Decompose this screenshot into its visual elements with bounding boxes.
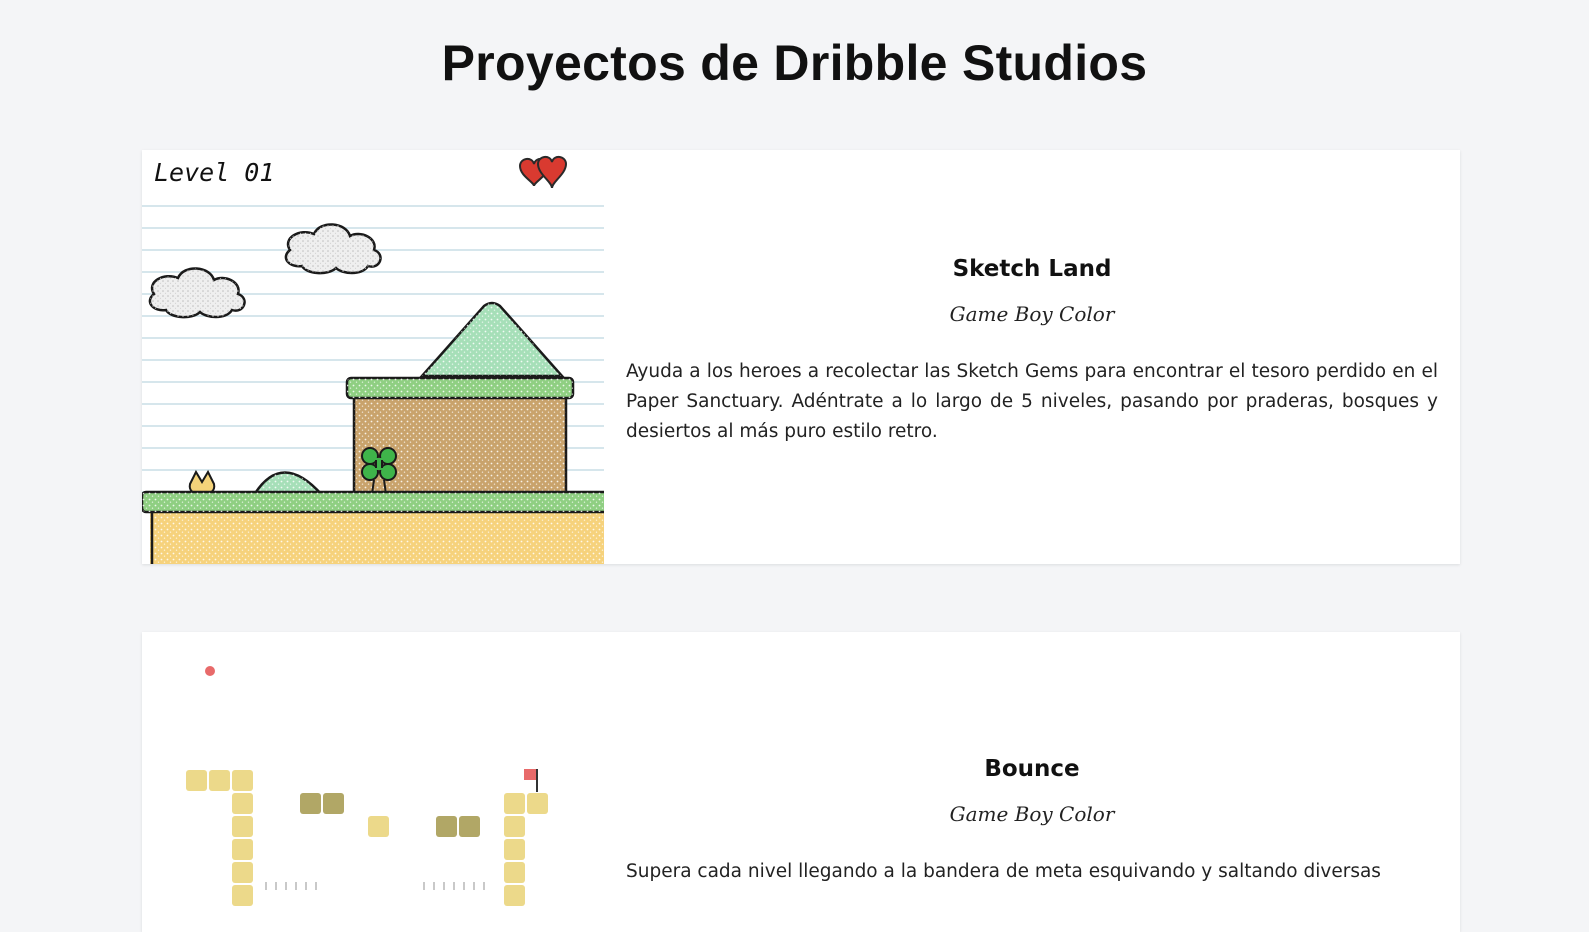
level-label: Level 01 [154,158,274,187]
project-info: Sketch Land Game Boy Color Ayuda a los h… [604,150,1460,564]
project-description: Ayuda a los heroes a recolectar las Sket… [626,361,1438,442]
project-info: Bounce Game Boy Color Supera cada nivel … [604,632,1460,932]
project-thumbnail[interactable] [142,632,604,932]
dirt-platform [345,376,575,506]
ground [142,490,604,564]
bounce-screenshot [142,632,604,932]
project-card[interactable]: Level 01 Sketch Land Game Boy Color Ayud… [142,150,1460,564]
page-title: Proyectos de Dribble Studios [441,35,1148,91]
project-title: Sketch Land [952,256,1112,282]
project-description: Supera cada nivel llegando a la bandera … [626,861,1381,882]
project-platform: Game Boy Color [949,802,1115,826]
project-platform: Game Boy Color [949,302,1115,326]
ball-icon [205,666,215,676]
sketch-land-screenshot: Level 01 [142,150,604,564]
project-thumbnail[interactable]: Level 01 [142,150,604,564]
project-card[interactable]: Bounce Game Boy Color Supera cada nivel … [142,632,1460,932]
project-title: Bounce [984,756,1080,782]
